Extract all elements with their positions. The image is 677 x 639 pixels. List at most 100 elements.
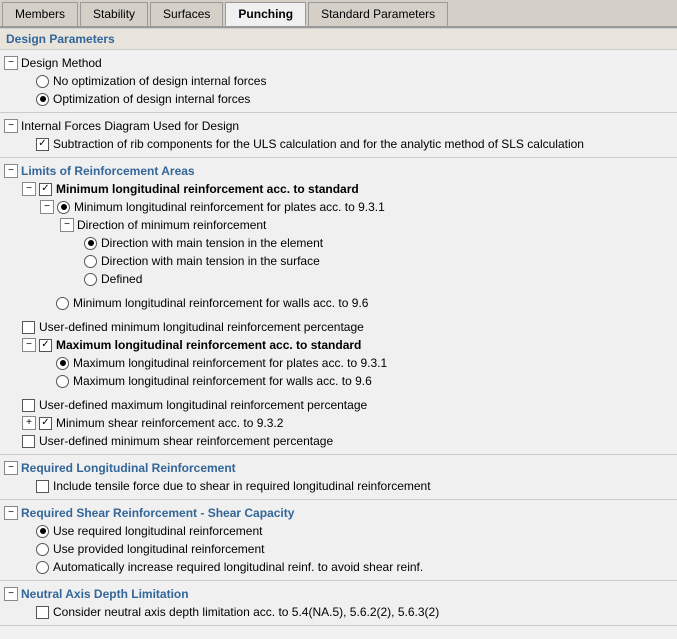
tab-members[interactable]: Members — [2, 2, 78, 26]
design-method-no-opt-row: No optimization of design internal force… — [0, 72, 677, 90]
min-long-plates-row: − Minimum longitudinal reinforcement for… — [0, 198, 677, 216]
user-max-row: User-defined maximum longitudinal reinfo… — [0, 396, 677, 414]
max-long-walls-label: Maximum longitudinal reinforcement for w… — [73, 374, 372, 388]
max-long-checkbox[interactable] — [39, 339, 52, 352]
limits-reinforcement-label: Limits of Reinforcement Areas — [21, 164, 195, 178]
direction-defined-row: Defined — [0, 270, 677, 288]
internal-forces-section: − Internal Forces Diagram Used for Desig… — [0, 113, 677, 158]
tab-surfaces[interactable]: Surfaces — [150, 2, 223, 26]
max-long-plates-radio[interactable] — [56, 357, 69, 370]
user-max-checkbox[interactable] — [22, 399, 35, 412]
max-long-plates-row: Maximum longitudinal reinforcement for p… — [0, 354, 677, 372]
design-method-label: Design Method — [21, 56, 102, 70]
required-shear-use-provided-label: Use provided longitudinal reinforcement — [53, 542, 264, 556]
min-shear-checkbox[interactable] — [39, 417, 52, 430]
collapse-direction[interactable]: − — [60, 218, 74, 232]
max-long-label: Maximum longitudinal reinforcement acc. … — [56, 338, 361, 352]
user-min-shear-checkbox[interactable] — [22, 435, 35, 448]
internal-forces-header-row: − Internal Forces Diagram Used for Desig… — [0, 117, 677, 135]
required-shear-auto-increase-label: Automatically increase required longitud… — [53, 560, 423, 574]
internal-forces-checkbox-row: Subtraction of rib components for the UL… — [0, 135, 677, 153]
collapse-min-shear[interactable]: + — [22, 416, 36, 430]
neutral-axis-checkbox[interactable] — [36, 606, 49, 619]
internal-forces-checkbox[interactable] — [36, 138, 49, 151]
design-method-opt-label: Optimization of design internal forces — [53, 92, 250, 106]
min-long-plates-radio[interactable] — [57, 201, 70, 214]
min-shear-label: Minimum shear reinforcement acc. to 9.3.… — [56, 416, 283, 430]
min-long-checkbox[interactable] — [39, 183, 52, 196]
required-shear-use-provided-row: Use provided longitudinal reinforcement — [0, 540, 677, 558]
collapse-max-long[interactable]: − — [22, 338, 36, 352]
user-min-label: User-defined minimum longitudinal reinfo… — [39, 320, 364, 334]
neutral-axis-label: Neutral Axis Depth Limitation — [21, 587, 189, 601]
design-parameters-header: Design Parameters — [0, 28, 677, 50]
required-long-checkbox-row: Include tensile force due to shear in re… — [0, 477, 677, 495]
design-method-row: − Design Method — [0, 54, 677, 72]
required-shear-use-required-radio[interactable] — [36, 525, 49, 538]
direction-header-row: − Direction of minimum reinforcement — [0, 216, 677, 234]
tab-stability[interactable]: Stability — [80, 2, 148, 26]
min-long-row: − Minimum longitudinal reinforcement acc… — [0, 180, 677, 198]
required-shear-header-row: − Required Shear Reinforcement - Shear C… — [0, 504, 677, 522]
neutral-axis-checkbox-row: Consider neutral axis depth limitation a… — [0, 603, 677, 621]
tab-standard-parameters[interactable]: Standard Parameters — [308, 2, 448, 26]
neutral-axis-section: − Neutral Axis Depth Limitation Consider… — [0, 581, 677, 626]
min-long-walls-label: Minimum longitudinal reinforcement for w… — [73, 296, 368, 310]
required-long-checkbox[interactable] — [36, 480, 49, 493]
required-long-header-row: − Required Longitudinal Reinforcement — [0, 459, 677, 477]
max-long-walls-row: Maximum longitudinal reinforcement for w… — [0, 372, 677, 390]
direction-main-element-label: Direction with main tension in the eleme… — [101, 236, 323, 250]
required-long-checkbox-label: Include tensile force due to shear in re… — [53, 479, 431, 493]
required-shear-section: − Required Shear Reinforcement - Shear C… — [0, 500, 677, 581]
max-long-walls-radio[interactable] — [56, 375, 69, 388]
direction-main-surface-radio[interactable] — [84, 255, 97, 268]
design-method-section: − Design Method No optimization of desig… — [0, 50, 677, 113]
direction-main-surface-row: Direction with main tension in the surfa… — [0, 252, 677, 270]
internal-forces-checkbox-label: Subtraction of rib components for the UL… — [53, 137, 584, 151]
direction-label: Direction of minimum reinforcement — [77, 218, 266, 232]
direction-main-element-row: Direction with main tension in the eleme… — [0, 234, 677, 252]
design-method-opt-radio[interactable] — [36, 93, 49, 106]
design-method-opt-row: Optimization of design internal forces — [0, 90, 677, 108]
neutral-axis-checkbox-label: Consider neutral axis depth limitation a… — [53, 605, 439, 619]
user-min-row: User-defined minimum longitudinal reinfo… — [0, 318, 677, 336]
direction-main-surface-label: Direction with main tension in the surfa… — [101, 254, 320, 268]
min-shear-row: + Minimum shear reinforcement acc. to 9.… — [0, 414, 677, 432]
collapse-required-long[interactable]: − — [4, 461, 18, 475]
direction-defined-radio[interactable] — [84, 273, 97, 286]
min-long-plates-label: Minimum longitudinal reinforcement for p… — [74, 200, 385, 214]
max-long-row: − Maximum longitudinal reinforcement acc… — [0, 336, 677, 354]
limits-reinforcement-section: − Limits of Reinforcement Areas − Minimu… — [0, 158, 677, 455]
collapse-neutral-axis[interactable]: − — [4, 587, 18, 601]
required-long-section: − Required Longitudinal Reinforcement In… — [0, 455, 677, 500]
required-shear-use-provided-radio[interactable] — [36, 543, 49, 556]
required-long-label: Required Longitudinal Reinforcement — [21, 461, 236, 475]
required-shear-auto-increase-radio[interactable] — [36, 561, 49, 574]
required-shear-use-required-row: Use required longitudinal reinforcement — [0, 522, 677, 540]
neutral-axis-header-row: − Neutral Axis Depth Limitation — [0, 585, 677, 603]
main-content: Design Parameters − Design Method No opt… — [0, 28, 677, 626]
design-method-no-opt-radio[interactable] — [36, 75, 49, 88]
collapse-min-long-plates[interactable]: − — [40, 200, 54, 214]
design-method-no-opt-label: No optimization of design internal force… — [53, 74, 266, 88]
direction-defined-label: Defined — [101, 272, 142, 286]
tab-punching[interactable]: Punching — [225, 2, 306, 26]
user-min-checkbox[interactable] — [22, 321, 35, 334]
min-long-walls-radio[interactable] — [56, 297, 69, 310]
tab-bar: Members Stability Surfaces Punching Stan… — [0, 0, 677, 28]
required-shear-label: Required Shear Reinforcement - Shear Cap… — [21, 506, 294, 520]
required-shear-use-required-label: Use required longitudinal reinforcement — [53, 524, 262, 538]
user-min-shear-row: User-defined minimum shear reinforcement… — [0, 432, 677, 450]
collapse-design-method[interactable]: − — [4, 56, 18, 70]
limits-reinforcement-header-row: − Limits of Reinforcement Areas — [0, 162, 677, 180]
max-long-plates-label: Maximum longitudinal reinforcement for p… — [73, 356, 387, 370]
min-long-walls-row: Minimum longitudinal reinforcement for w… — [0, 294, 677, 312]
internal-forces-label: Internal Forces Diagram Used for Design — [21, 119, 239, 133]
user-max-label: User-defined maximum longitudinal reinfo… — [39, 398, 367, 412]
collapse-required-shear[interactable]: − — [4, 506, 18, 520]
collapse-limits[interactable]: − — [4, 164, 18, 178]
collapse-min-long[interactable]: − — [22, 182, 36, 196]
required-shear-auto-increase-row: Automatically increase required longitud… — [0, 558, 677, 576]
collapse-internal-forces[interactable]: − — [4, 119, 18, 133]
direction-main-element-radio[interactable] — [84, 237, 97, 250]
